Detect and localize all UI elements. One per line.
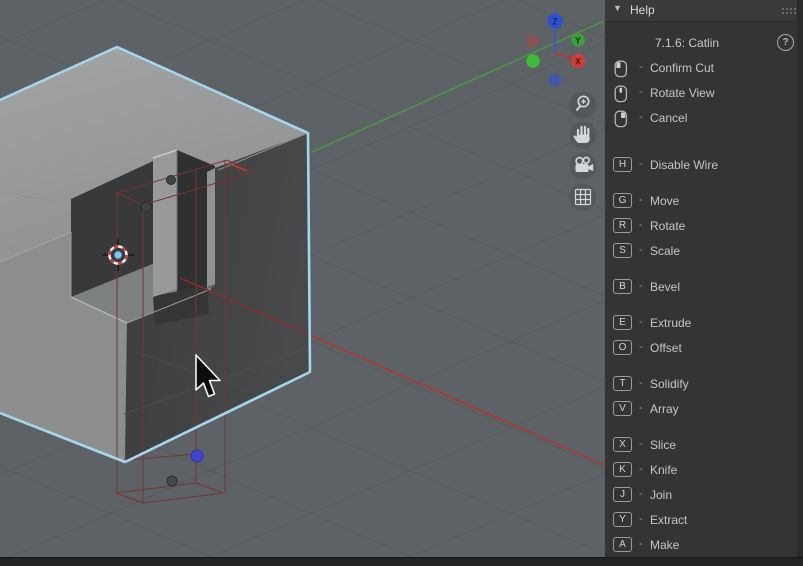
pan-button[interactable] (569, 121, 597, 149)
viewport-canvas[interactable]: Z Y X (0, 0, 605, 566)
help-row-solidify: T - Solidify (605, 376, 803, 393)
key-k: K (613, 462, 632, 477)
help-panel: ▼ Help 7.1.6: Catlin ? - Confirm Cut - R… (605, 0, 803, 566)
help-row-cancel: - Cancel (605, 110, 803, 128)
help-row-bevel: B - Bevel (605, 279, 803, 296)
gizmo-y-label: Y (575, 36, 581, 46)
key-j: J (613, 487, 632, 502)
question-mark-icon[interactable]: ? (777, 34, 794, 51)
help-row-confirm-cut: - Confirm Cut (605, 60, 803, 78)
help-row-join: J - Join (605, 487, 803, 504)
help-row-rotate: R - Rotate (605, 218, 803, 235)
help-row-make: A - Make (605, 537, 803, 554)
help-row-scale: S - Scale (605, 243, 803, 260)
key-g: G (613, 193, 632, 208)
middle-mouse-icon (614, 85, 628, 103)
help-row-array: V - Array (605, 401, 803, 418)
gizmo-x-neg[interactable] (525, 34, 539, 48)
left-mouse-icon (614, 60, 628, 78)
key-h: H (613, 157, 632, 172)
key-o: O (613, 340, 632, 355)
right-mouse-icon (614, 110, 628, 128)
key-b: B (613, 279, 632, 294)
gizmo-z-label: Z (552, 17, 558, 27)
help-row-extrude: E - Extrude (605, 315, 803, 332)
help-row-offset: O - Offset (605, 340, 803, 357)
version-row: 7.1.6: Catlin ? (605, 34, 803, 51)
selected-vertex[interactable] (190, 449, 204, 463)
zoom-button[interactable] (569, 91, 597, 119)
gizmo-x-label: X (575, 57, 581, 67)
help-row-rotate-view: - Rotate View (605, 85, 803, 103)
key-v: V (613, 401, 632, 416)
gizmo-z-neg[interactable] (548, 73, 562, 87)
help-panel-header[interactable]: ▼ Help (605, 0, 803, 22)
help-row-disable-wire: H - Disable Wire (605, 157, 803, 174)
panel-scroll-strip[interactable] (797, 0, 803, 566)
help-row-knife: K - Knife (605, 462, 803, 479)
key-y: Y (613, 512, 632, 527)
collapse-triangle-icon[interactable]: ▼ (613, 3, 622, 13)
help-row-move: G - Move (605, 193, 803, 210)
gizmo-y-neg[interactable] (526, 54, 540, 68)
camera-button[interactable] (569, 152, 597, 180)
key-t: T (613, 376, 632, 391)
drag-grip-icon[interactable] (782, 8, 796, 14)
help-row-slice: X - Slice (605, 437, 803, 454)
version-text: 7.1.6: Catlin (655, 36, 720, 50)
grid-view-button[interactable] (569, 183, 597, 211)
help-row-extract: Y - Extract (605, 512, 803, 529)
key-s: S (613, 243, 632, 258)
key-x: X (613, 437, 632, 452)
key-r: R (613, 218, 632, 233)
fin-face (153, 150, 177, 297)
bottom-editor-edge (0, 557, 803, 566)
blender-window: Z Y X ▼ Help 7.1.6: Catlin ? - Confirm C… (0, 0, 803, 566)
panel-title: Help (630, 3, 655, 17)
key-a: A (613, 537, 632, 552)
key-e: E (613, 315, 632, 330)
